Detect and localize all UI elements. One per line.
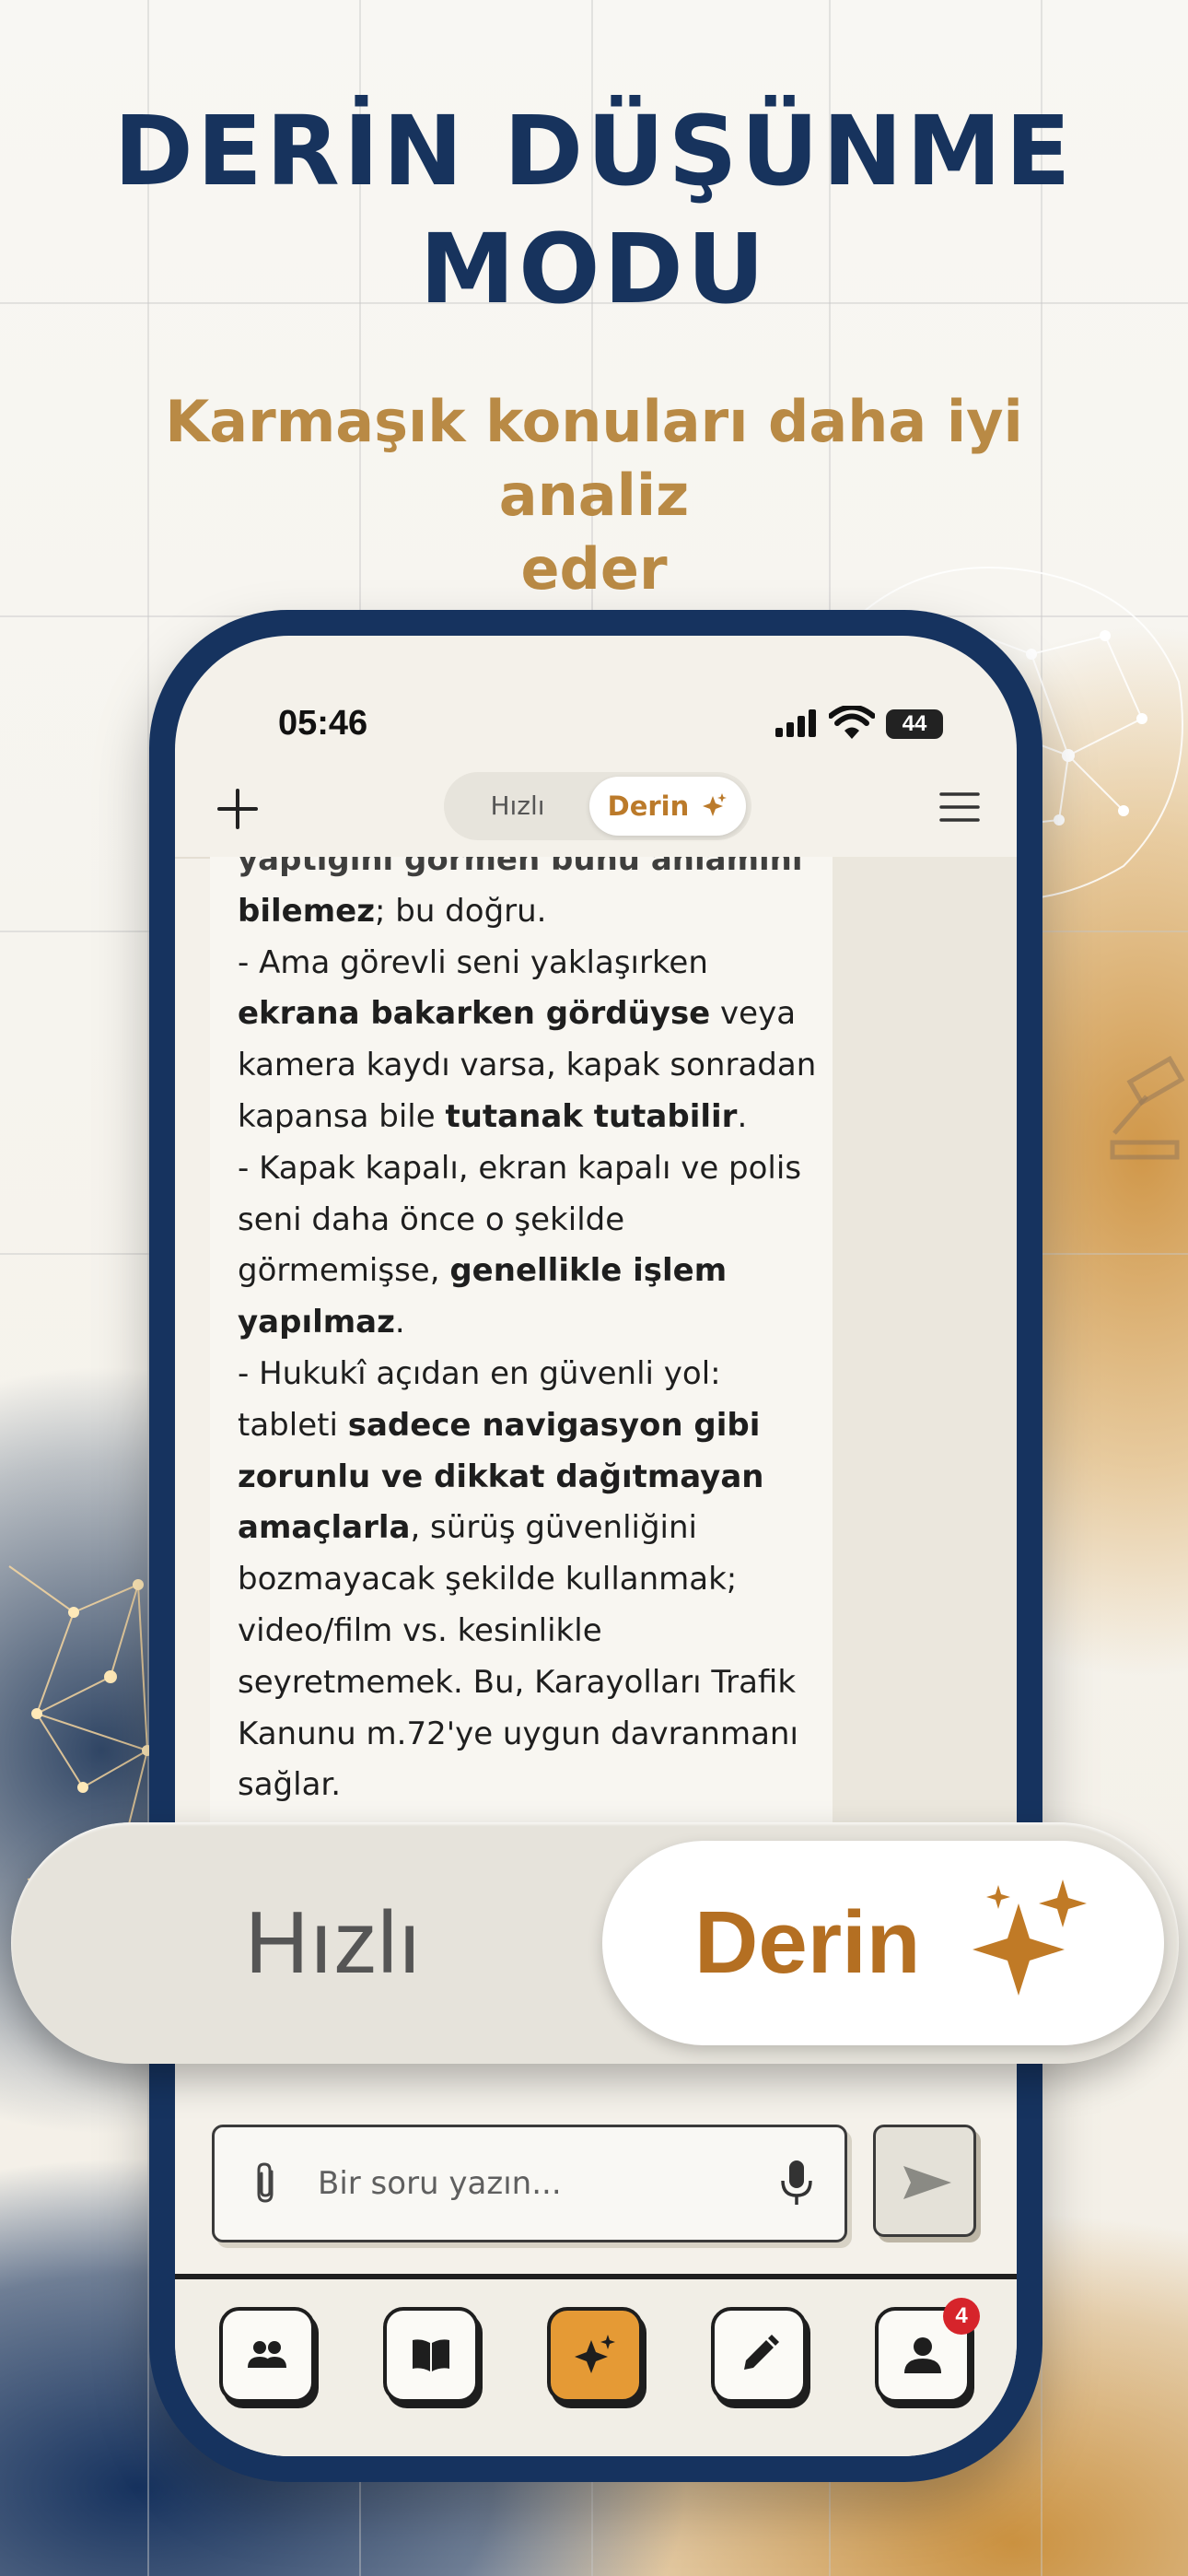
page-title-line-1: DERİN DÜŞÜNME	[113, 95, 1075, 207]
bottom-tab-bar: 4	[175, 2274, 1017, 2456]
people-icon	[248, 2341, 286, 2368]
gavel-icon	[1110, 1055, 1185, 1160]
message-line: Kanunu m.72'ye uygun davranmanı	[238, 1715, 798, 1752]
message-line: ekrana bakarken gördüyse veya	[238, 995, 797, 1033]
wifi-icon	[829, 706, 875, 739]
tab-people[interactable]	[219, 2307, 315, 2403]
large-mode-deep-label: Derin	[694, 1893, 921, 1992]
mode-segmented-control: Hızlı Derin	[444, 772, 751, 840]
message-line: yapılmaz.	[238, 1304, 405, 1341]
message-line: seyretmemek. Bu, Karayolları Trafik	[238, 1663, 797, 1701]
tab-profile[interactable]: 4	[875, 2298, 980, 2403]
message-line: yaptığını görmen bunu anlamını	[238, 857, 803, 878]
page-subtitle-line-2: eder	[520, 535, 668, 603]
page-subtitle-line-1: Karmaşık konuları daha iyi analiz	[165, 388, 1023, 529]
page-title-line-2: MODU	[419, 213, 769, 325]
message-line: - Hukukî açıdan en güvenli yol:	[238, 1354, 721, 1392]
tab-deep-think[interactable]	[547, 2307, 643, 2403]
message-line: bozmayacak şekilde kullanmak;	[238, 1561, 738, 1598]
tab-library[interactable]	[383, 2307, 479, 2403]
sparkle-icon	[703, 793, 728, 816]
battery-indicator: 44	[886, 709, 943, 739]
phone-frame: 05:46 44 Hızlı Derin yaptığını görmen bu…	[149, 610, 1042, 2482]
notification-badge: 4	[943, 2298, 980, 2335]
tab-write[interactable]	[711, 2307, 807, 2403]
message-line: kapansa bile tutanak tutabilir.	[238, 1097, 748, 1135]
assistant-message-text: yaptığını görmen bunu anlamını bilemez; …	[238, 857, 818, 1833]
microphone-icon[interactable]	[778, 2159, 815, 2208]
question-input-placeholder: Bir soru yazın...	[318, 2165, 562, 2202]
message-line: bilemez; bu doğru.	[238, 892, 547, 930]
chat-background-panel	[833, 857, 1017, 1833]
sparkle-icon	[973, 1879, 1087, 1996]
message-line: amaçlarla, sürüş güvenliğini	[238, 1509, 697, 1547]
mode-deep-tab[interactable]: Derin	[589, 777, 746, 836]
new-chat-plus-icon[interactable]	[210, 781, 265, 837]
mode-toggle-large: Hızlı Derin	[11, 1822, 1179, 2064]
profile-icon	[904, 2337, 941, 2373]
message-line: kamera kaydı varsa, kapak sonradan	[238, 1047, 817, 1084]
status-time: 05:46	[278, 704, 368, 743]
cellular-signal-icon	[775, 709, 816, 737]
assistant-message: yaptığını görmen bunu anlamını bilemez; …	[210, 857, 833, 1833]
pen-icon	[744, 2335, 779, 2370]
message-line: tableti sadece navigasyon gibi	[238, 1406, 761, 1444]
message-line: seni daha önce o şekilde	[238, 1200, 625, 1238]
book-icon	[413, 2339, 449, 2371]
hamburger-menu-icon[interactable]	[936, 783, 984, 831]
paperclip-icon[interactable]	[248, 2160, 285, 2207]
message-line: görmemişse, genellikle işlem	[238, 1252, 728, 1290]
send-icon	[903, 2166, 951, 2199]
large-mode-deep-option[interactable]: Derin	[602, 1841, 1164, 2045]
large-mode-fast-option[interactable]: Hızlı	[11, 1822, 656, 2064]
mode-fast-tab[interactable]: Hızlı	[444, 772, 591, 840]
message-line: - Kapak kapalı, ekran kapalı ve polis	[238, 1149, 802, 1187]
send-button[interactable]	[873, 2125, 976, 2237]
phone-screen: 05:46 44 Hızlı Derin yaptığını görmen bu…	[175, 636, 1017, 2456]
message-line: zorunlu ve dikkat dağıtmayan	[238, 1458, 764, 1495]
message-line: sağlar.	[238, 1766, 342, 1804]
mode-deep-label: Derin	[607, 790, 690, 822]
message-line: - Ama görevli seni yaklaşırken	[238, 943, 708, 981]
question-input[interactable]: Bir soru yazın...	[212, 2125, 847, 2242]
page-title: DERİN DÜŞÜNME MODU	[0, 92, 1188, 328]
message-line: video/film vs. kesinlikle	[238, 1611, 602, 1649]
sparkle-icon	[575, 2335, 615, 2373]
page-subtitle: Karmaşık konuları daha iyi analiz eder	[83, 385, 1105, 606]
